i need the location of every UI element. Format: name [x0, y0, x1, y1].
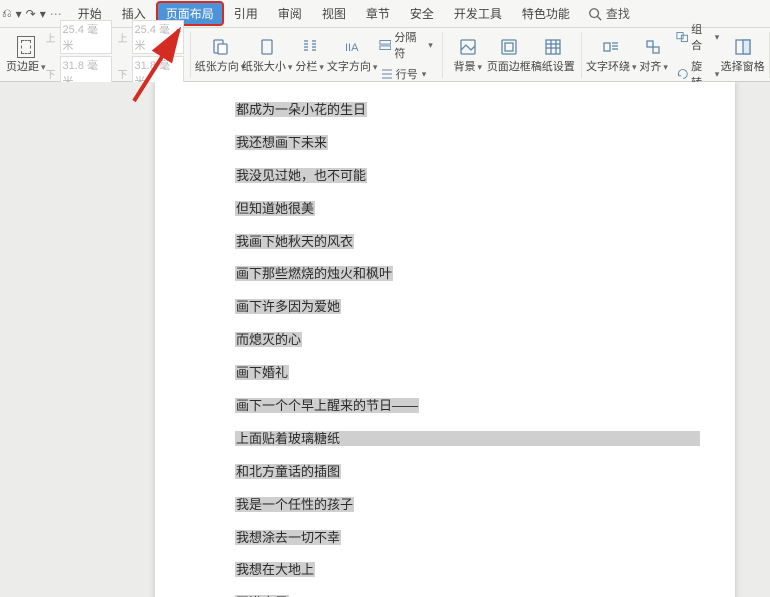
margin-inputs-2: 上 25.4 毫米 下 31.8 毫米 [118, 20, 184, 90]
margin-inputs: 上 25.4 毫米 下 31.8 毫米 [46, 20, 112, 90]
text-line[interactable]: 我想在大地上 [235, 562, 315, 577]
rotate-icon [676, 68, 688, 80]
align-button[interactable]: 对齐 [635, 32, 673, 78]
redo-icon[interactable]: ↷ [26, 7, 36, 21]
text-wrap-icon [600, 37, 622, 57]
text-line[interactable]: 我没见过她，也不可能 [235, 168, 367, 183]
text-line[interactable]: 都成为一朵小花的生日 [235, 102, 367, 117]
qat-overflow-icon[interactable]: ⋯ [50, 7, 62, 21]
workspace: 都成为一朵小花的生日 我还想画下未来 我没见过她，也不可能 但知道她很美 我画下… [0, 82, 770, 597]
document-page[interactable]: 都成为一朵小花的生日 我还想画下未来 我没见过她，也不可能 但知道她很美 我画下… [155, 82, 735, 597]
quick-access-toolbar: ⎌ ▾ ↷ ▾ ⋯ [2, 6, 62, 21]
size-icon [256, 37, 278, 57]
group-margins: 页边距 上 25.4 毫米 下 31.8 毫米 上 25.4 毫米 下 31.8… [0, 32, 191, 78]
tab-features[interactable]: 特色功能 [512, 2, 580, 25]
breaks-button[interactable]: 分隔符 [376, 28, 436, 62]
text-line[interactable]: 我想涂去一切不幸 [235, 530, 341, 545]
tab-safety[interactable]: 安全 [400, 2, 444, 25]
tab-review[interactable]: 审阅 [268, 2, 312, 25]
page-margins-button[interactable]: 页边距 [6, 32, 46, 78]
background-icon [457, 37, 479, 57]
text-line[interactable]: 我是一个任性的孩子 [235, 497, 354, 512]
text-line[interactable]: 上面贴着玻璃糖纸 [235, 431, 700, 446]
margin-bottom-icon: 下 [46, 66, 56, 81]
background-button[interactable]: 背景 [449, 32, 487, 78]
margin-left-input[interactable]: 25.4 毫米 [132, 20, 184, 54]
text-direction-button[interactable]: IIA 文字方向 [329, 32, 376, 78]
margin-top-input[interactable]: 25.4 毫米 [60, 20, 112, 54]
group-background: 背景 页面边框 稿纸设置 [443, 32, 582, 78]
margin-top-icon: 上 [46, 30, 56, 45]
text-line[interactable]: 画下那些燃烧的烛火和枫叶 [235, 266, 393, 281]
tab-references[interactable]: 引用 [224, 2, 268, 25]
group-button[interactable]: 组合 [673, 20, 723, 54]
page-margin-icon [17, 36, 35, 58]
size-button[interactable]: 纸张大小 [244, 32, 291, 78]
text-line[interactable]: 我还想画下未来 [235, 135, 328, 150]
ribbon: 页边距 上 25.4 毫米 下 31.8 毫米 上 25.4 毫米 下 31.8… [0, 28, 770, 82]
text-line[interactable]: 和北方童话的插图 [235, 464, 341, 479]
svg-text:IIA: IIA [345, 42, 359, 54]
text-line[interactable]: 画下一个个早上醒来的节日—— [235, 398, 419, 413]
text-direction-icon: IIA [341, 37, 363, 57]
tab-devtools[interactable]: 开发工具 [444, 2, 512, 25]
text-line[interactable]: 画下婚礼 [235, 365, 289, 380]
qat-dropdown-icon-2[interactable]: ▾ [40, 7, 46, 21]
group-icon [676, 31, 688, 43]
tab-view[interactable]: 视图 [312, 2, 356, 25]
search-label: 查找 [606, 5, 630, 22]
undo-icon[interactable]: ⎌ [2, 6, 12, 21]
orientation-button[interactable]: 纸张方向 [197, 32, 244, 78]
breaks-icon [379, 39, 392, 51]
text-line[interactable]: 但知道她很美 [235, 201, 315, 216]
text-wrap-button[interactable]: 文字环绕 [588, 32, 635, 78]
align-icon [643, 37, 665, 57]
columns-button[interactable]: 分栏 [291, 32, 329, 78]
selection-pane-button[interactable]: 选择窗格 [722, 32, 763, 78]
group-page-setup: 纸张方向 纸张大小 分栏 IIA 文字方向 分隔符 行号 [191, 32, 443, 78]
text-line[interactable]: 我画下她秋天的风衣 [235, 234, 354, 249]
selection-pane-icon [732, 37, 754, 57]
page-border-icon [498, 37, 520, 57]
page-border-button[interactable]: 页面边框 [487, 32, 531, 78]
margin-left-icon: 上 [118, 30, 128, 45]
qat-dropdown-icon[interactable]: ▾ [16, 7, 22, 21]
text-line[interactable]: 画下许多因为爱她 [235, 299, 341, 314]
columns-icon [299, 37, 321, 57]
line-numbers-icon [379, 68, 393, 80]
tab-chapter[interactable]: 章节 [356, 2, 400, 25]
text-line[interactable]: 而熄灭的心 [235, 332, 302, 347]
orientation-icon [209, 37, 231, 57]
manuscript-icon [542, 37, 564, 57]
search-tab[interactable]: 查找 [588, 5, 630, 22]
margin-right-icon: 下 [118, 66, 128, 81]
menubar: ⎌ ▾ ↷ ▾ ⋯ 开始 插入 页面布局 引用 审阅 视图 章节 安全 开发工具… [0, 0, 770, 28]
search-icon [588, 7, 602, 21]
line-numbers-button[interactable]: 行号 [376, 65, 436, 83]
manuscript-button[interactable]: 稿纸设置 [531, 32, 575, 78]
group-arrange: 文字环绕 对齐 组合 旋转 选择窗格 [582, 32, 770, 78]
